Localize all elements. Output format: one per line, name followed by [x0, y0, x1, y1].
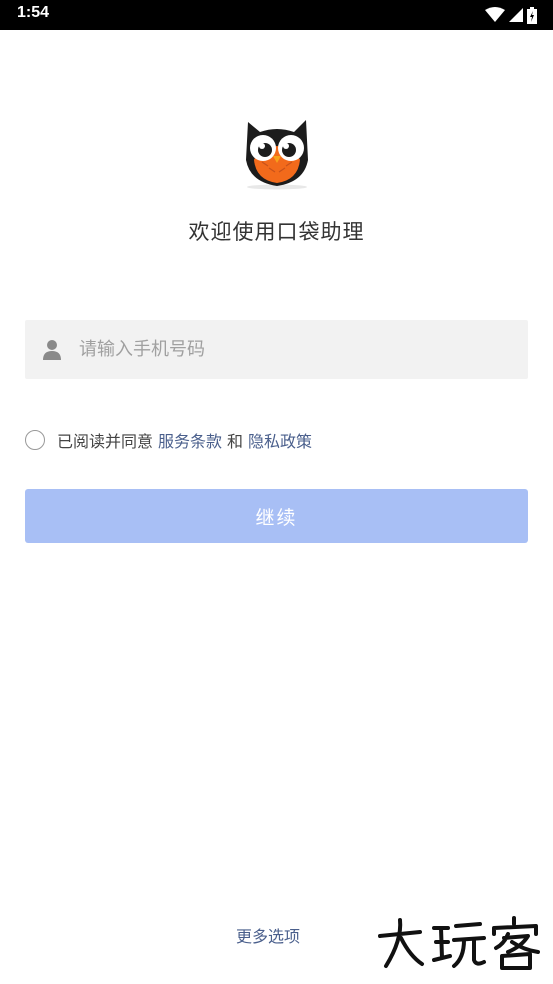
agreement-row: 已阅读并同意 服务条款 和 隐私政策: [25, 428, 317, 452]
signal-icon: [509, 8, 523, 22]
wifi-icon: [485, 7, 505, 22]
agreement-and: 和: [227, 432, 244, 451]
user-icon: [43, 340, 61, 360]
welcome-title: 欢迎使用口袋助理: [188, 220, 365, 244]
battery-icon: [527, 6, 537, 24]
status-bar: 1:54: [0, 0, 553, 30]
owl-logo-icon: [246, 120, 308, 190]
agree-checkbox[interactable]: [25, 430, 45, 450]
continue-button[interactable]: 继续: [25, 489, 528, 543]
agreement-prefix: 已阅读并同意: [57, 432, 154, 451]
more-options-link[interactable]: 更多选项: [236, 923, 300, 947]
status-time: 1:54: [17, 4, 50, 21]
terms-link[interactable]: 服务条款: [158, 428, 222, 452]
status-icons: [485, 6, 537, 24]
watermark-logo: [378, 916, 540, 970]
privacy-link[interactable]: 隐私政策: [248, 428, 312, 452]
phone-field-container[interactable]: [25, 320, 528, 379]
phone-input[interactable]: [79, 320, 509, 379]
